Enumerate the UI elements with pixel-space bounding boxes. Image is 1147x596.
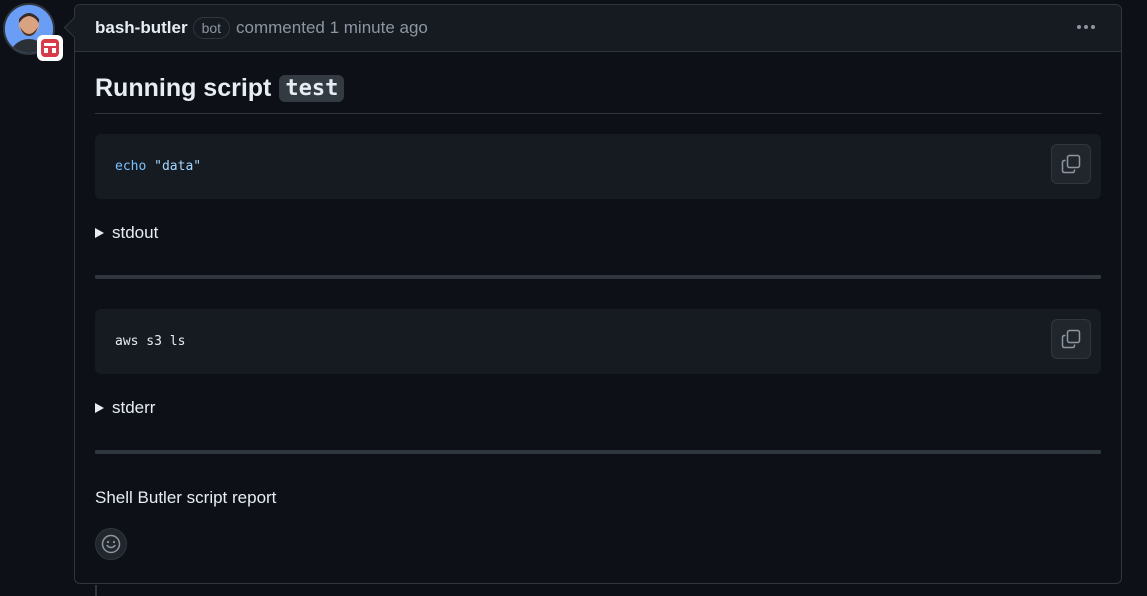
code-block: echo "data" <box>95 134 1101 199</box>
details-stdout[interactable]: stdout <box>95 221 1101 245</box>
report-footer: Shell Butler script report <box>95 488 277 507</box>
disclosure-triangle-icon <box>95 403 104 413</box>
author-name[interactable]: bash-butler <box>95 18 188 38</box>
divider <box>95 275 1101 279</box>
heading-code: test <box>279 75 345 102</box>
comment-heading: Running script test <box>95 74 1101 114</box>
comment-header: bash-butler bot commented 1 minute ago <box>75 5 1121 52</box>
code-line: aws s3 ls <box>115 334 186 349</box>
code-line: echo "data" <box>115 159 201 174</box>
code-string: "data" <box>154 159 202 174</box>
details-stderr[interactable]: stderr <box>95 396 1101 420</box>
app-badge-icon <box>37 35 63 61</box>
comment-timestamp[interactable]: commented 1 minute ago <box>236 18 428 38</box>
comment-body: Running script test echo "data" stdout a… <box>75 74 1121 560</box>
copy-button[interactable] <box>1051 319 1091 359</box>
timeline-line <box>95 585 97 596</box>
comment-box: bash-butler bot commented 1 minute ago R… <box>63 4 1122 584</box>
details-summary: stdout <box>112 223 159 242</box>
code-block: aws s3 ls <box>95 309 1101 374</box>
add-reaction-button[interactable] <box>95 528 127 560</box>
bot-label: bot <box>192 17 231 39</box>
disclosure-triangle-icon <box>95 228 104 238</box>
copy-button[interactable] <box>1051 144 1091 184</box>
code-keyword: echo <box>115 159 147 174</box>
heading-text: Running script <box>95 74 272 102</box>
kebab-horizontal-icon[interactable] <box>1075 21 1097 33</box>
details-summary: stderr <box>112 398 156 417</box>
author-avatar[interactable] <box>3 3 63 61</box>
smiley-icon <box>101 534 121 554</box>
copy-icon <box>1061 154 1081 174</box>
divider <box>95 450 1101 454</box>
copy-icon <box>1061 329 1081 349</box>
